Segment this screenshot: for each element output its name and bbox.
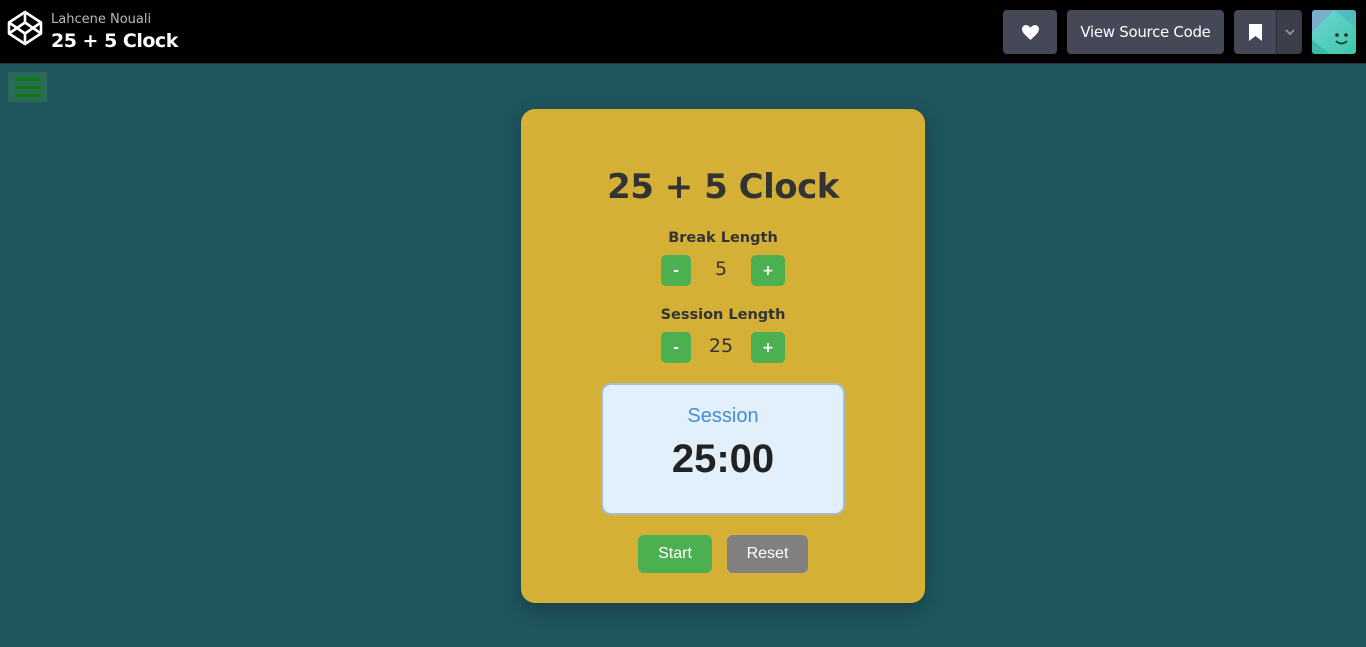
top-bar: Lahcene Nouali 25 + 5 Clock View Source … xyxy=(0,0,1366,64)
hamburger-line xyxy=(14,85,41,89)
timer-display: Session 25:00 xyxy=(601,383,845,515)
hamburger-line xyxy=(14,93,41,97)
codepen-logo-icon[interactable] xyxy=(7,10,43,46)
like-button[interactable] xyxy=(1003,10,1057,54)
bookmark-button[interactable] xyxy=(1234,10,1276,54)
break-decrement-button[interactable]: - xyxy=(661,255,691,286)
user-avatar-icon xyxy=(1312,10,1356,54)
break-increment-button[interactable]: + xyxy=(751,255,785,286)
reset-button[interactable]: Reset xyxy=(727,535,808,573)
pen-title: 25 + 5 Clock xyxy=(51,30,178,52)
start-button[interactable]: Start xyxy=(638,535,712,573)
user-avatar[interactable] xyxy=(1312,10,1356,54)
session-controls: - 25 + xyxy=(521,332,925,363)
session-decrement-button[interactable]: - xyxy=(661,332,691,363)
heart-icon xyxy=(1021,24,1039,40)
time-left: 25:00 xyxy=(671,437,775,481)
break-label: Break Length xyxy=(668,230,778,246)
break-length-value: 5 xyxy=(714,258,728,280)
session-length-value: 25 xyxy=(708,335,734,357)
hamburger-line xyxy=(14,77,41,81)
chevron-down-icon xyxy=(1284,29,1295,35)
hamburger-menu-button[interactable] xyxy=(8,72,47,102)
session-increment-button[interactable]: + xyxy=(751,332,785,363)
bookmark-icon xyxy=(1248,23,1262,41)
break-controls: - 5 + xyxy=(521,255,925,286)
bookmark-dropdown-button[interactable] xyxy=(1276,10,1302,54)
view-source-button[interactable]: View Source Code xyxy=(1067,10,1224,54)
timer-label: Session xyxy=(687,405,759,427)
session-label: Session Length xyxy=(660,307,786,323)
author-name[interactable]: Lahcene Nouali xyxy=(51,12,151,27)
clock-title: 25 + 5 Clock xyxy=(607,167,839,207)
clock-card: 25 + 5 Clock Break Length - 5 + Session … xyxy=(521,109,925,603)
